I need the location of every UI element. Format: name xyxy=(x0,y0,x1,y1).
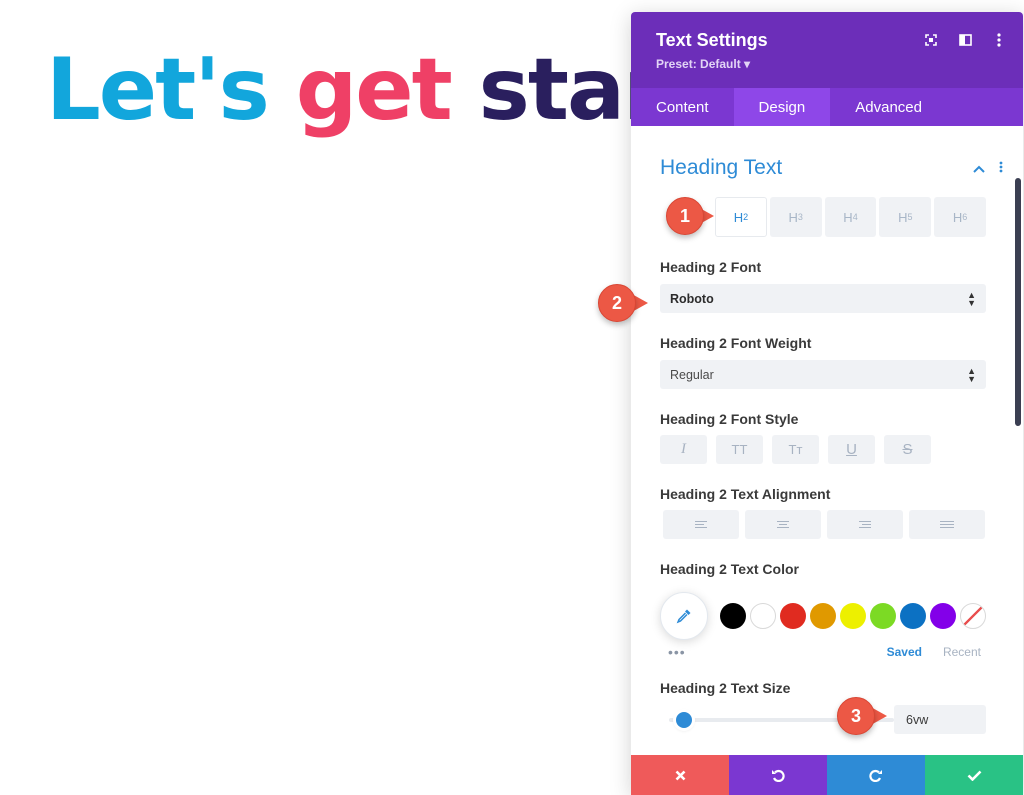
heading-word-lets: Let's xyxy=(46,40,270,140)
saved-colors-tab[interactable]: Saved xyxy=(887,645,922,659)
heading-word-get: get xyxy=(295,40,453,140)
panel-footer xyxy=(631,755,1023,795)
fullscreen-icon[interactable] xyxy=(923,32,939,48)
tab-h5-sub: 5 xyxy=(907,212,913,222)
settings-tabs: Content Design Advanced xyxy=(631,88,1023,126)
text-size-input[interactable]: 6vw xyxy=(894,705,986,734)
swatch-red[interactable] xyxy=(780,603,806,629)
color-swatches xyxy=(660,592,986,640)
text-settings-panel: Text Settings Preset: Default ▾ Content … xyxy=(631,12,1023,795)
swatch-yellow[interactable] xyxy=(840,603,866,629)
callout-3: 3 xyxy=(837,697,887,735)
align-left-icon xyxy=(695,521,707,528)
swatch-orange[interactable] xyxy=(810,603,836,629)
text-size-control: 6vw xyxy=(660,705,986,734)
tab-h3[interactable]: H3 xyxy=(769,197,822,237)
font-weight-label: Heading 2 Font Weight xyxy=(660,335,812,351)
redo-button[interactable] xyxy=(827,755,925,795)
strikethrough-button[interactable]: S xyxy=(884,435,931,464)
tab-h4-sub: 4 xyxy=(852,212,858,222)
heading-level-tabs: H2 H3 H4 H5 H6 xyxy=(715,197,986,237)
font-select[interactable]: Roboto ▲ ▼ xyxy=(660,284,986,313)
tab-h4-label: H xyxy=(843,209,853,225)
font-style-buttons: I TT Tт U S xyxy=(660,435,986,464)
tab-content[interactable]: Content xyxy=(631,88,734,126)
align-justify-button[interactable] xyxy=(909,510,985,539)
swatch-clear[interactable] xyxy=(960,603,986,629)
save-button[interactable] xyxy=(925,755,1023,795)
section-title: Heading Text xyxy=(660,156,783,179)
tab-h6[interactable]: H6 xyxy=(934,197,986,237)
eyedropper-icon xyxy=(676,609,691,624)
font-select-value: Roboto xyxy=(670,291,714,306)
swatch-white[interactable] xyxy=(750,603,776,629)
preset-dropdown[interactable]: Preset: Default ▾ xyxy=(656,57,998,71)
swatch-blue[interactable] xyxy=(900,603,926,629)
undo-button[interactable] xyxy=(729,755,827,795)
select-arrows-icon: ▲ ▼ xyxy=(967,289,976,308)
tab-h3-sub: 3 xyxy=(797,212,803,222)
tab-h4[interactable]: H4 xyxy=(824,197,877,237)
panel-header: Text Settings Preset: Default ▾ xyxy=(631,12,1023,88)
tab-h6-sub: 6 xyxy=(962,212,968,222)
recent-colors-tab[interactable]: Recent xyxy=(943,645,981,659)
cancel-button[interactable] xyxy=(631,755,729,795)
text-alignment-label: Heading 2 Text Alignment xyxy=(660,486,831,502)
font-weight-select[interactable]: Regular ▲ ▼ xyxy=(660,360,986,389)
slider-handle[interactable] xyxy=(676,711,692,728)
tab-h2[interactable]: H2 xyxy=(715,197,767,237)
align-center-icon xyxy=(777,521,789,528)
section-menu-icon[interactable] xyxy=(999,160,1003,176)
tab-h3-label: H xyxy=(788,209,798,225)
align-right-button[interactable] xyxy=(827,510,903,539)
callout-2: 2 xyxy=(598,284,648,322)
close-icon xyxy=(675,770,685,780)
align-center-button[interactable] xyxy=(745,510,821,539)
undo-icon xyxy=(772,769,785,782)
callout-number: 2 xyxy=(598,284,636,322)
panel-scrollbar[interactable] xyxy=(1015,178,1021,426)
redo-icon xyxy=(869,769,882,782)
italic-button[interactable]: I xyxy=(660,435,707,464)
capitalize-button[interactable]: Tт xyxy=(772,435,819,464)
tab-h5[interactable]: H5 xyxy=(879,197,932,237)
underline-button[interactable]: U xyxy=(828,435,875,464)
text-alignment-buttons xyxy=(663,510,986,539)
eyedropper-button[interactable] xyxy=(660,592,708,640)
swatch-green[interactable] xyxy=(870,603,896,629)
collapse-chevron-icon[interactable] xyxy=(973,160,985,176)
select-arrows-icon: ▲ ▼ xyxy=(967,365,976,384)
font-weight-value: Regular xyxy=(670,367,714,382)
callout-number: 3 xyxy=(837,697,875,735)
tab-h2-sub: 2 xyxy=(743,212,749,222)
tab-advanced[interactable]: Advanced xyxy=(830,88,947,126)
split-view-icon[interactable] xyxy=(957,32,973,48)
swatch-purple[interactable] xyxy=(930,603,956,629)
tab-design[interactable]: Design xyxy=(733,88,831,126)
callout-number: 1 xyxy=(666,197,704,235)
tab-h2-label: H xyxy=(733,209,744,225)
align-justify-icon xyxy=(940,521,954,528)
text-size-label: Heading 2 Text Size xyxy=(660,680,791,696)
callout-1: 1 xyxy=(666,197,716,235)
section-heading-text[interactable]: Heading Text xyxy=(660,156,1003,180)
align-right-icon xyxy=(859,521,871,528)
font-style-label: Heading 2 Font Style xyxy=(660,411,799,427)
align-left-button[interactable] xyxy=(663,510,739,539)
more-swatches-icon[interactable]: ••• xyxy=(668,644,686,660)
swatch-black[interactable] xyxy=(720,603,746,629)
text-color-label: Heading 2 Text Color xyxy=(660,561,799,577)
more-options-icon[interactable] xyxy=(991,32,1007,48)
font-label: Heading 2 Font xyxy=(660,259,762,275)
uppercase-button[interactable]: TT xyxy=(716,435,763,464)
checkmark-icon xyxy=(967,770,981,781)
tab-h5-label: H xyxy=(898,209,908,225)
tab-h6-label: H xyxy=(952,209,963,225)
